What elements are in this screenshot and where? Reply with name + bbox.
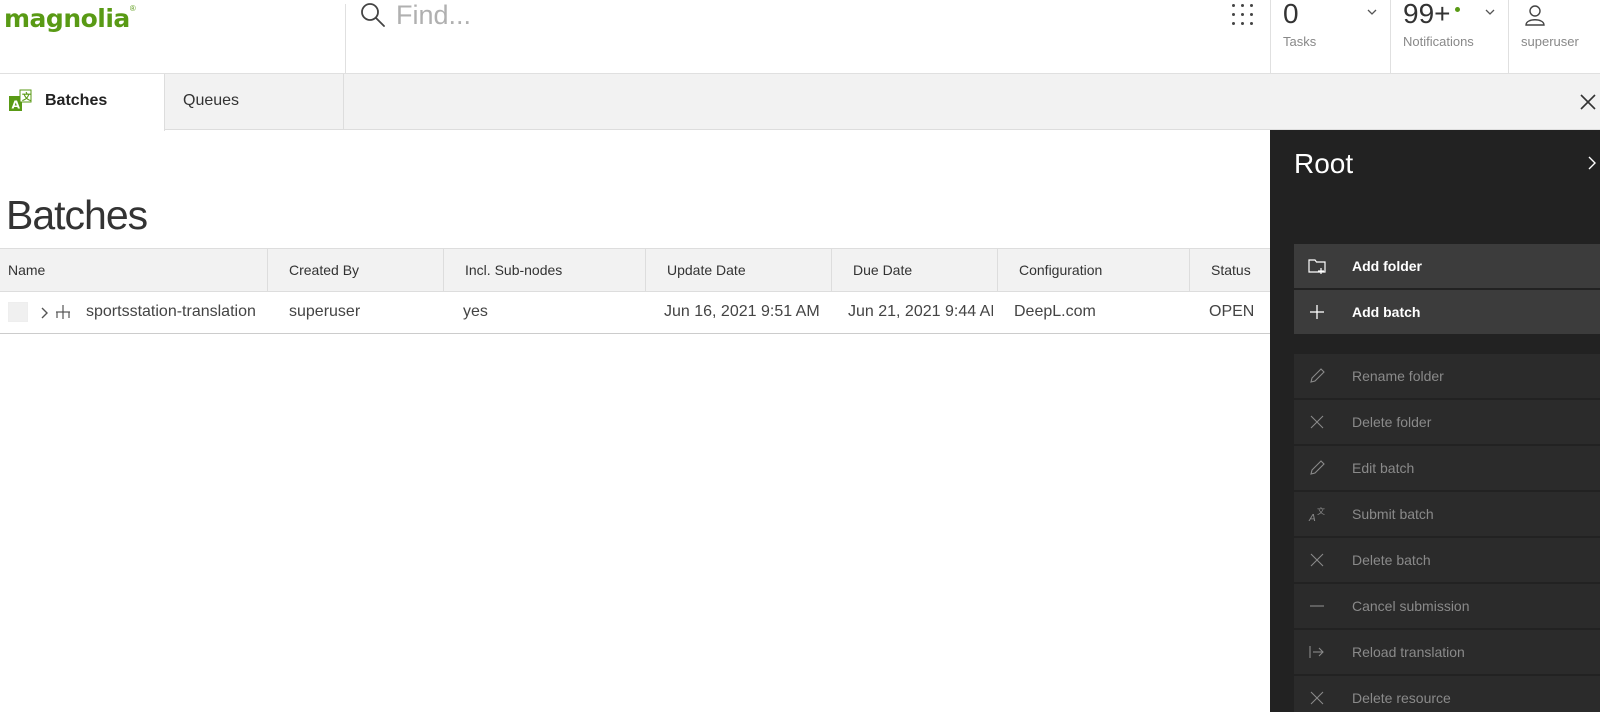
close-icon bbox=[1310, 553, 1324, 567]
action-label: Delete resource bbox=[1352, 690, 1451, 706]
chevron-down-icon[interactable] bbox=[1367, 8, 1377, 16]
panel-title: Root bbox=[1294, 148, 1354, 179]
cell-status: OPEN bbox=[1209, 303, 1255, 320]
notifications-indicator[interactable]: 99+ Notifications bbox=[1390, 0, 1508, 74]
tasks-count: 0 bbox=[1283, 0, 1299, 29]
table-row[interactable]: sportsstation-translation superuser yes … bbox=[0, 292, 1270, 334]
submit-batch-button[interactable]: A 文 Submit batch bbox=[1294, 492, 1600, 536]
batches-table: Name Created By Incl. Sub-nodes Update D… bbox=[0, 248, 1270, 334]
action-label: Delete folder bbox=[1352, 414, 1432, 430]
logo-registered-mark: ® bbox=[129, 4, 136, 13]
svg-text:文: 文 bbox=[21, 91, 32, 103]
cell-created-by: superuser bbox=[289, 303, 361, 320]
tasks-indicator[interactable]: 0 Tasks bbox=[1270, 0, 1390, 74]
delete-resource-button[interactable]: Delete resource bbox=[1294, 676, 1600, 712]
close-icon[interactable] bbox=[1580, 94, 1596, 110]
svg-text:A: A bbox=[12, 99, 21, 112]
reload-translation-button[interactable]: Reload translation bbox=[1294, 630, 1600, 674]
cell-configuration: DeepL.com bbox=[1014, 303, 1096, 320]
app-launcher-icon[interactable] bbox=[1232, 4, 1254, 26]
tab-queues[interactable]: Queues bbox=[165, 74, 344, 130]
edit-batch-button[interactable]: Edit batch bbox=[1294, 446, 1600, 490]
chevron-down-icon[interactable] bbox=[1485, 8, 1495, 16]
username: superuser bbox=[1521, 34, 1579, 49]
action-label: Delete batch bbox=[1352, 552, 1431, 568]
column-header-name[interactable]: Name bbox=[0, 249, 268, 291]
notifications-label: Notifications bbox=[1403, 34, 1474, 49]
action-label: Add batch bbox=[1352, 304, 1421, 320]
page-title: Batches bbox=[6, 192, 148, 238]
svg-text:A: A bbox=[1308, 513, 1316, 523]
delete-folder-button[interactable]: Delete folder bbox=[1294, 400, 1600, 444]
close-icon bbox=[1310, 415, 1324, 429]
notifications-count: 99+ bbox=[1403, 0, 1460, 30]
column-header-created-by[interactable]: Created By bbox=[268, 249, 444, 291]
search-bar bbox=[346, 0, 1270, 74]
add-folder-button[interactable]: Add folder bbox=[1294, 244, 1600, 288]
translate-icon: A 文 bbox=[9, 89, 32, 112]
action-label: Cancel submission bbox=[1352, 598, 1470, 614]
chevron-right-icon[interactable] bbox=[1588, 156, 1596, 170]
action-bar-panel: Root Add folder Add batch Rename folder … bbox=[1270, 130, 1600, 712]
action-label: Edit batch bbox=[1352, 460, 1415, 476]
action-label: Reload translation bbox=[1352, 644, 1465, 660]
pencil-icon bbox=[1310, 460, 1325, 475]
column-header-configuration[interactable]: Configuration bbox=[998, 249, 1190, 291]
app-header: magnolia® 0 Tasks 99+ Notifications supe… bbox=[0, 0, 1600, 74]
svg-text:文: 文 bbox=[1317, 506, 1325, 516]
search-input[interactable] bbox=[396, 0, 1176, 30]
column-header-update-date[interactable]: Update Date bbox=[646, 249, 832, 291]
column-header-incl-subnodes[interactable]: Incl. Sub-nodes bbox=[444, 249, 646, 291]
tasks-label: Tasks bbox=[1283, 34, 1317, 49]
plus-icon bbox=[1310, 305, 1324, 319]
app-tab-bar: A 文 Batches Queues bbox=[0, 74, 1600, 131]
search-icon[interactable] bbox=[360, 2, 386, 28]
delete-batch-button[interactable]: Delete batch bbox=[1294, 538, 1600, 582]
reload-arrow-icon bbox=[1309, 646, 1324, 658]
column-header-due-date[interactable]: Due Date bbox=[832, 249, 998, 291]
logo-text: magnolia bbox=[4, 4, 130, 33]
magnolia-logo[interactable]: magnolia® bbox=[4, 4, 346, 74]
cell-name: sportsstation-translation bbox=[86, 303, 256, 320]
column-header-status[interactable]: Status bbox=[1190, 249, 1270, 291]
cell-due-date: Jun 21, 2021 9:44 AM bbox=[848, 303, 993, 320]
tab-label: Batches bbox=[45, 92, 108, 109]
rename-folder-button[interactable]: Rename folder bbox=[1294, 354, 1600, 398]
chevron-right-icon[interactable] bbox=[40, 307, 48, 319]
tab-batches[interactable]: A 文 Batches bbox=[0, 74, 165, 131]
cell-update-date: Jun 16, 2021 9:51 AM bbox=[664, 303, 820, 320]
user-menu[interactable]: superuser bbox=[1508, 0, 1600, 74]
batch-node-icon bbox=[56, 305, 70, 319]
cancel-submission-button[interactable]: Cancel submission bbox=[1294, 584, 1600, 628]
action-label: Submit batch bbox=[1352, 506, 1434, 522]
row-checkbox[interactable] bbox=[8, 302, 28, 322]
action-label: Rename folder bbox=[1352, 368, 1444, 384]
minus-icon bbox=[1310, 605, 1324, 607]
new-notification-dot bbox=[1454, 7, 1460, 13]
user-icon bbox=[1525, 5, 1545, 26]
pencil-icon bbox=[1310, 368, 1325, 383]
translate-icon: A 文 bbox=[1308, 506, 1325, 523]
close-icon bbox=[1310, 691, 1324, 705]
add-batch-button[interactable]: Add batch bbox=[1294, 290, 1600, 334]
add-folder-icon bbox=[1308, 259, 1326, 274]
table-header: Name Created By Incl. Sub-nodes Update D… bbox=[0, 248, 1270, 292]
tab-label: Queues bbox=[183, 92, 240, 109]
action-label: Add folder bbox=[1352, 258, 1422, 274]
cell-incl-subnodes: yes bbox=[463, 303, 488, 320]
